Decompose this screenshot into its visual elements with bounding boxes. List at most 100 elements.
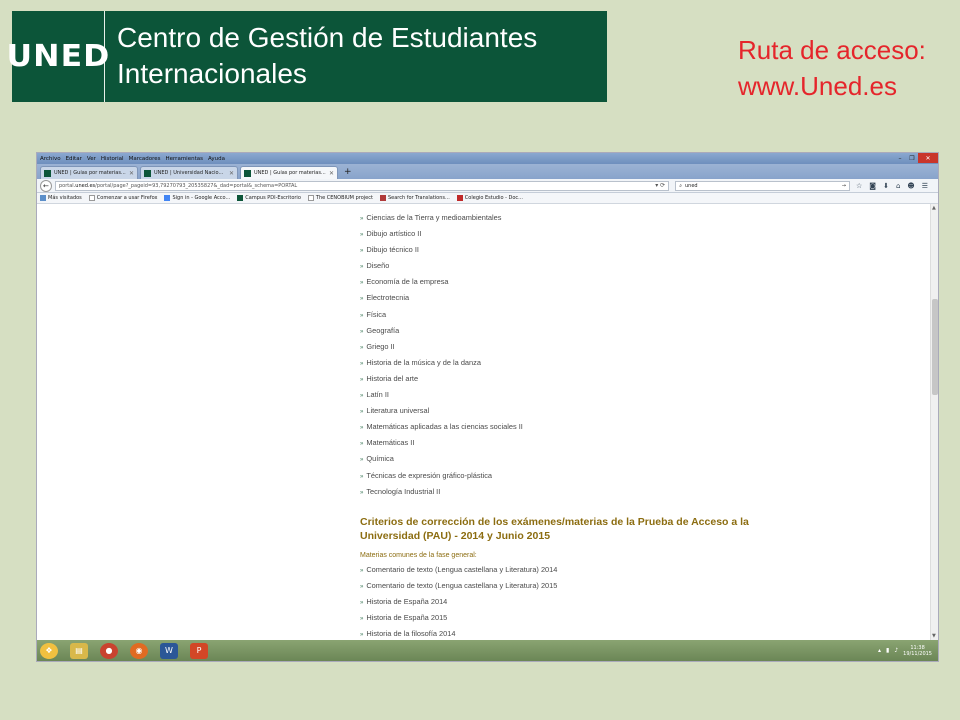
system-tray: ▴ ▮ ♪ 11:38 19/11/2015 (878, 645, 938, 657)
close-tab-icon[interactable]: ✕ (329, 170, 334, 177)
search-icon: ⌕ (679, 182, 683, 189)
url-bar[interactable]: portal .uned.es/portal/page?_pageid=93,79… (54, 180, 670, 191)
search-go-icon[interactable]: → (842, 183, 846, 189)
access-path-note: Ruta de acceso: www.Uned.es (738, 32, 926, 104)
bookmark-cenobium[interactable]: The CENOBIUM project (307, 195, 373, 201)
clock-date: 19/11/2015 (903, 650, 932, 657)
uned-logo-text: UNED (6, 39, 110, 74)
subject-link[interactable]: Matemáticas aplicadas a las ciencias soc… (360, 419, 523, 435)
bookmark-firefox[interactable]: Comenzar a usar Firefox (88, 195, 157, 201)
page-icon (307, 195, 314, 201)
page-content: Ciencias de la Tierra y medioambientales… (37, 204, 930, 640)
reload-icon[interactable]: ▾ ⟳ (655, 182, 665, 189)
page-icon (88, 195, 95, 201)
tray-arrow-icon[interactable]: ▴ (878, 647, 881, 654)
maximize-icon[interactable]: ❐ (906, 153, 918, 163)
firefox-icon[interactable]: ◉ (130, 642, 148, 659)
access-path-url: www.Uned.es (738, 71, 897, 101)
subject-link[interactable]: Física (360, 307, 523, 323)
subject-link[interactable]: Historia de la música y de la danza (360, 355, 523, 371)
home-icon[interactable]: ⌂ (896, 182, 900, 190)
tab-guias-active[interactable]: UNED | Guías por materias... ✕ (240, 166, 338, 179)
menu-item-archivo[interactable]: Archivo (40, 156, 61, 162)
powerpoint-icon[interactable]: P (190, 642, 208, 659)
tab-universidad[interactable]: UNED | Universidad Nacio... ✕ (140, 166, 238, 179)
close-icon[interactable]: ✕ (918, 153, 938, 163)
sync-icon[interactable]: ☻ (907, 182, 914, 190)
browser-screenshot: Archivo Editar Ver Historial Marcadores … (37, 153, 938, 661)
explorer-icon[interactable]: ▤ (70, 642, 88, 659)
word-icon[interactable]: W (160, 642, 178, 659)
window-controls: – ❐ ✕ (894, 153, 938, 164)
subject-link[interactable]: Latín II (360, 387, 523, 403)
subject-link[interactable]: Electrotecnia (360, 290, 523, 306)
vertical-scrollbar[interactable]: ▲ ▼ (930, 204, 938, 640)
bookmark-mas-visitados[interactable]: Más visitados (40, 195, 82, 201)
bookmark-label: Search for Translations... (387, 195, 450, 201)
volume-icon[interactable]: ♪ (894, 647, 898, 654)
subject-link[interactable]: Dibujo artístico II (360, 226, 523, 242)
banner-title: Centro de Gestión de Estudiantes Interna… (105, 11, 537, 102)
bookmark-campus[interactable]: Campus PDI-Escritorio (237, 195, 301, 201)
close-tab-icon[interactable]: ✕ (129, 170, 134, 177)
subject-link[interactable]: Economía de la empresa (360, 274, 523, 290)
network-icon[interactable]: ▮ (886, 647, 889, 654)
pocket-icon[interactable]: ◙ (869, 182, 876, 190)
menu-item-historial[interactable]: Historial (101, 156, 124, 162)
subject-link[interactable]: Comentario de texto (Lengua castellana y… (360, 562, 557, 578)
uned-favicon-icon (44, 169, 51, 177)
scrollbar-thumb[interactable] (932, 299, 938, 395)
subject-link[interactable]: Dibujo técnico II (360, 242, 523, 258)
uned-favicon-icon (244, 169, 251, 177)
subject-link[interactable]: Griego II (360, 339, 523, 355)
scroll-up-icon[interactable]: ▲ (932, 205, 936, 211)
clock[interactable]: 11:38 19/11/2015 (903, 645, 932, 657)
bookmark-colegio[interactable]: Colegio Estudio - Doc... (456, 195, 523, 201)
close-tab-icon[interactable]: ✕ (229, 170, 234, 177)
subject-link[interactable]: Historia de España 2014 (360, 594, 557, 610)
subject-link[interactable]: Química (360, 451, 523, 467)
search-input[interactable]: ⌕ uned → (675, 180, 850, 191)
subject-link[interactable]: Diseño (360, 258, 523, 274)
scroll-down-icon[interactable]: ▼ (932, 633, 936, 639)
menu-icon[interactable]: ☰ (922, 182, 928, 190)
subject-link[interactable]: Geografía (360, 323, 523, 339)
access-path-label: Ruta de acceso: (738, 35, 926, 65)
menu-item-herramientas[interactable]: Herramientas (166, 156, 203, 162)
banner-title-line1: Centro de Gestión de Estudiantes (117, 22, 538, 53)
subject-link[interactable]: Comentario de texto (Lengua castellana y… (360, 578, 557, 594)
subject-list: Ciencias de la Tierra y medioambientales… (360, 210, 523, 500)
new-tab-button[interactable]: + (344, 166, 352, 179)
subject-link[interactable]: Historia de España 2015 (360, 610, 557, 626)
toolbar-icons: ☆ ◙ ⬇ ⌂ ☻ ☰ (856, 182, 935, 190)
bookmark-label: Campus PDI-Escritorio (245, 195, 301, 201)
subject-link[interactable]: Historia del arte (360, 371, 523, 387)
chrome-icon[interactable]: ● (100, 642, 118, 659)
bookmark-label: The CENOBIUM project (315, 195, 373, 201)
navigation-bar: ← portal .uned.es/portal/page?_pageid=93,… (37, 179, 938, 193)
bookmark-star-icon[interactable]: ☆ (856, 182, 862, 190)
download-icon[interactable]: ⬇ (883, 182, 889, 190)
bookmark-label: Más visitados (48, 195, 82, 201)
subject-link[interactable]: Literatura universal (360, 403, 523, 419)
banner-title-line2: Internacionales (117, 58, 307, 89)
back-arrow-icon[interactable]: ← (40, 179, 52, 192)
menu-item-ver[interactable]: Ver (87, 156, 96, 162)
google-icon (164, 195, 171, 201)
subject-link[interactable]: Matemáticas II (360, 435, 523, 451)
subject-link[interactable]: Ciencias de la Tierra y medioambientales (360, 210, 523, 226)
site-icon (456, 195, 463, 201)
subject-link[interactable]: Técnicas de expresión gráfico-plástica (360, 468, 523, 484)
menu-item-marcadores[interactable]: Marcadores (129, 156, 161, 162)
tab-guias-1[interactable]: UNED | Guías por materias... ✕ (40, 166, 138, 179)
menu-item-ayuda[interactable]: Ayuda (208, 156, 225, 162)
section-subheading: Materias comunes de la fase general: (360, 552, 477, 559)
minimize-icon[interactable]: – (894, 153, 906, 163)
tab-bar: UNED | Guías por materias... ✕ UNED | Un… (37, 164, 938, 179)
subject-link[interactable]: Tecnología Industrial II (360, 484, 523, 500)
start-button-icon[interactable]: ❖ (40, 642, 58, 659)
url-domain: .uned.es (73, 182, 96, 189)
bookmark-translations[interactable]: Search for Translations... (379, 195, 450, 201)
bookmark-google[interactable]: Sign in - Google Acco... (164, 195, 230, 201)
menu-item-editar[interactable]: Editar (66, 156, 82, 162)
